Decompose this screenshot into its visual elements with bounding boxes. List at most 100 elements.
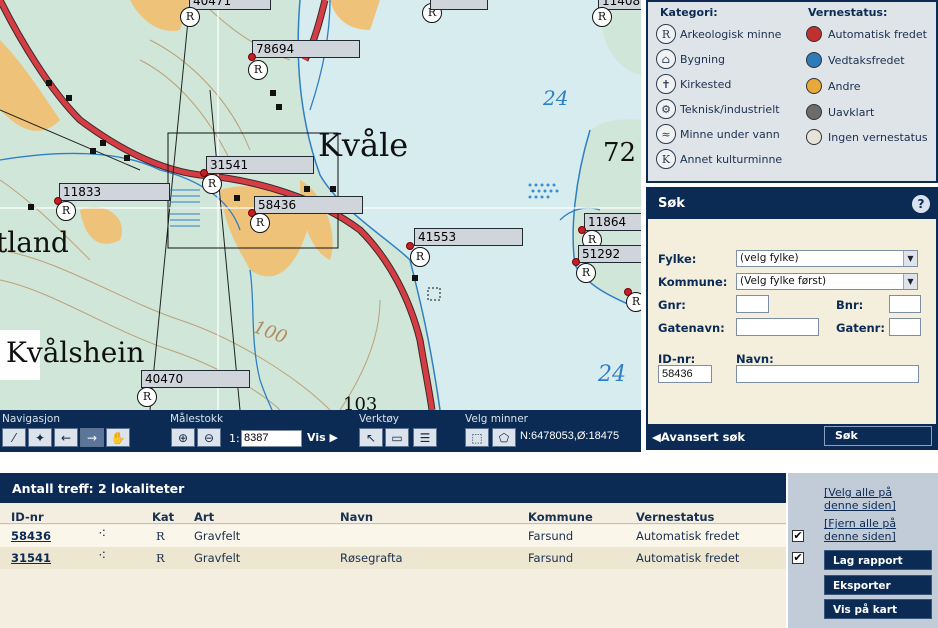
place-label-tland: tland <box>0 226 69 259</box>
fylke-select[interactable]: (velg fylke) ▼ <box>736 250 918 267</box>
category-title: Kategori: <box>660 6 718 19</box>
status-gray-dot-icon <box>806 104 822 120</box>
group-dots-icon: ⁖ <box>98 526 107 542</box>
results-panel: Antall treff: 2 lokaliteter ID-nr Kat Ar… <box>0 473 786 628</box>
gnr-label: Gnr: <box>658 298 686 312</box>
navigation-title: Navigasjon <box>2 413 60 425</box>
legend-category-label: Kirkested <box>680 77 732 91</box>
pin-label[interactable]: 78694 <box>252 40 360 58</box>
result-kommune: Farsund <box>528 529 574 543</box>
select-memories-title: Velg minner <box>465 413 528 425</box>
status-red-dot-icon <box>806 26 822 42</box>
gatenr-input[interactable] <box>889 318 921 336</box>
show-on-map-button[interactable]: Vis på kart <box>824 599 932 619</box>
result-navn: Røsegrafta <box>340 551 403 565</box>
pin-marker-icon[interactable]: R <box>137 387 157 407</box>
polygon-select-icon[interactable]: ⬠ <box>492 428 516 447</box>
col-header-vernestatus: Vernestatus <box>636 510 715 524</box>
select-cursor-icon[interactable]: ↖ <box>359 428 383 447</box>
pin-label[interactable]: 58436 <box>254 196 363 214</box>
vis-scale-link[interactable]: Vis ▶ <box>307 431 338 444</box>
legend-category-label: Teknisk/industrielt <box>680 102 780 116</box>
pin-marker-icon[interactable]: R <box>576 263 596 283</box>
result-id-link[interactable]: 58436 <box>11 529 51 543</box>
pin-label[interactable]: 41553 <box>414 228 523 246</box>
map-toolbar: Navigasjon ⁄ ✦ ← → ✋ Målestokk ⊕ ⊖ 1: 83… <box>0 410 641 452</box>
remove-all-link[interactable]: [Fjern alle på denne siden] <box>824 517 908 543</box>
legend-status-label: Ingen vernestatus <box>828 130 928 144</box>
chevron-down-icon: ▼ <box>903 274 917 289</box>
col-header-art: Art <box>194 510 215 524</box>
results-title: Antall treff: 2 lokaliteter <box>0 473 786 503</box>
map-view[interactable]: Kvåle tland Kvålshein 100 24 24 72 103 4… <box>0 0 641 410</box>
legend-status: Uavklart <box>806 101 874 123</box>
depth-label-24-bottom: 24 <box>598 362 626 387</box>
pin-marker-icon[interactable]: R <box>180 7 200 27</box>
legend-category-label: Arkeologisk minne <box>680 27 782 41</box>
legend-status: Andre <box>806 75 861 97</box>
result-status: Automatisk fredet <box>636 529 740 543</box>
rectangle-select-icon[interactable]: ⬚ <box>465 428 489 447</box>
legend-status-label: Automatisk fredet <box>828 27 927 41</box>
vis-label: Vis <box>307 431 326 444</box>
pin-marker-icon[interactable]: R <box>626 292 641 312</box>
advanced-search-label: Avansert søk <box>660 430 746 444</box>
zoom-in-icon[interactable]: ⊕ <box>171 428 195 447</box>
scale-prefix: 1: <box>229 432 240 445</box>
legend-status-label: Andre <box>828 79 861 93</box>
col-header-kommune: Kommune <box>528 510 593 524</box>
pin-label[interactable]: 31541 <box>206 156 314 174</box>
legend-category-label: Minne under vann <box>680 127 780 141</box>
navn-input[interactable] <box>736 365 919 383</box>
fylke-label: Fylke: <box>658 252 697 266</box>
help-icon[interactable]: ? <box>912 195 930 213</box>
result-status: Automatisk fredet <box>636 551 740 565</box>
pin-marker-icon[interactable]: R <box>592 7 612 27</box>
pin-label[interactable]: 40471 <box>189 0 271 10</box>
pin-label[interactable]: 40470 <box>141 370 250 388</box>
result-id-link[interactable]: 31541 <box>11 551 51 565</box>
row-checkbox[interactable]: ✔ <box>792 552 804 564</box>
pin-marker-icon[interactable]: R <box>202 174 222 194</box>
legend-category: ⌂ Bygning <box>656 48 725 70</box>
result-kommune: Farsund <box>528 551 574 565</box>
pin-label[interactable]: 11864 <box>584 213 641 231</box>
forward-arrow-icon[interactable]: → <box>80 428 104 447</box>
export-button[interactable]: Eksporter <box>824 575 932 595</box>
scale-input[interactable]: 8387 <box>241 430 302 447</box>
place-label-kvale: Kvåle <box>318 126 409 164</box>
pin-label[interactable]: 51292 <box>578 245 641 263</box>
bnr-input[interactable] <box>889 295 921 313</box>
table-row[interactable]: 31541 ⁖ R Gravfelt Røsegrafta Farsund Au… <box>0 547 786 569</box>
gatenavn-input[interactable] <box>736 318 819 336</box>
select-all-link[interactable]: [Velg alle på denne siden] <box>824 486 908 512</box>
pin-marker-icon[interactable]: R <box>410 247 430 267</box>
status-white-dot-icon <box>806 129 822 145</box>
advanced-search-link[interactable]: ◀Avansert søk <box>652 430 745 444</box>
header-divider <box>0 523 786 524</box>
pin-marker-icon[interactable]: R <box>56 201 76 221</box>
kommune-select[interactable]: (Velg fylke først) ▼ <box>736 273 918 290</box>
idnr-input[interactable]: 58436 <box>658 365 712 383</box>
pan-tool-icon[interactable]: ⁄ <box>2 428 26 447</box>
row-checkbox[interactable]: ✔ <box>792 530 804 542</box>
back-arrow-icon[interactable]: ← <box>54 428 78 447</box>
list-panel-icon[interactable]: ☰ <box>413 428 437 447</box>
play-arrow-icon: ▶ <box>329 431 338 444</box>
zoom-out-icon[interactable]: ⊖ <box>197 428 221 447</box>
pin-marker-icon[interactable]: R <box>250 213 270 233</box>
tools-title: Verktøy <box>359 413 399 425</box>
create-report-button[interactable]: Lag rapport <box>824 550 932 570</box>
hand-drag-icon[interactable]: ✋ <box>106 428 130 447</box>
other-culture-icon: K <box>656 149 676 169</box>
measure-ruler-icon[interactable]: ▭ <box>385 428 409 447</box>
search-footer: ◀Avansert søk Søk <box>648 424 936 448</box>
legend-status: Vedtaksfredet <box>806 49 905 71</box>
pointer-tool-icon[interactable]: ✦ <box>28 428 52 447</box>
gnr-input[interactable] <box>736 295 769 313</box>
search-button[interactable]: Søk <box>824 426 932 446</box>
coordinate-readout: N:6478053,Ø:18475 <box>520 430 620 442</box>
pin-marker-icon[interactable]: R <box>248 60 268 80</box>
table-row[interactable]: 58436 ⁖ R Gravfelt Farsund Automatisk fr… <box>0 525 786 547</box>
pin-label[interactable]: 11833 <box>59 183 170 201</box>
